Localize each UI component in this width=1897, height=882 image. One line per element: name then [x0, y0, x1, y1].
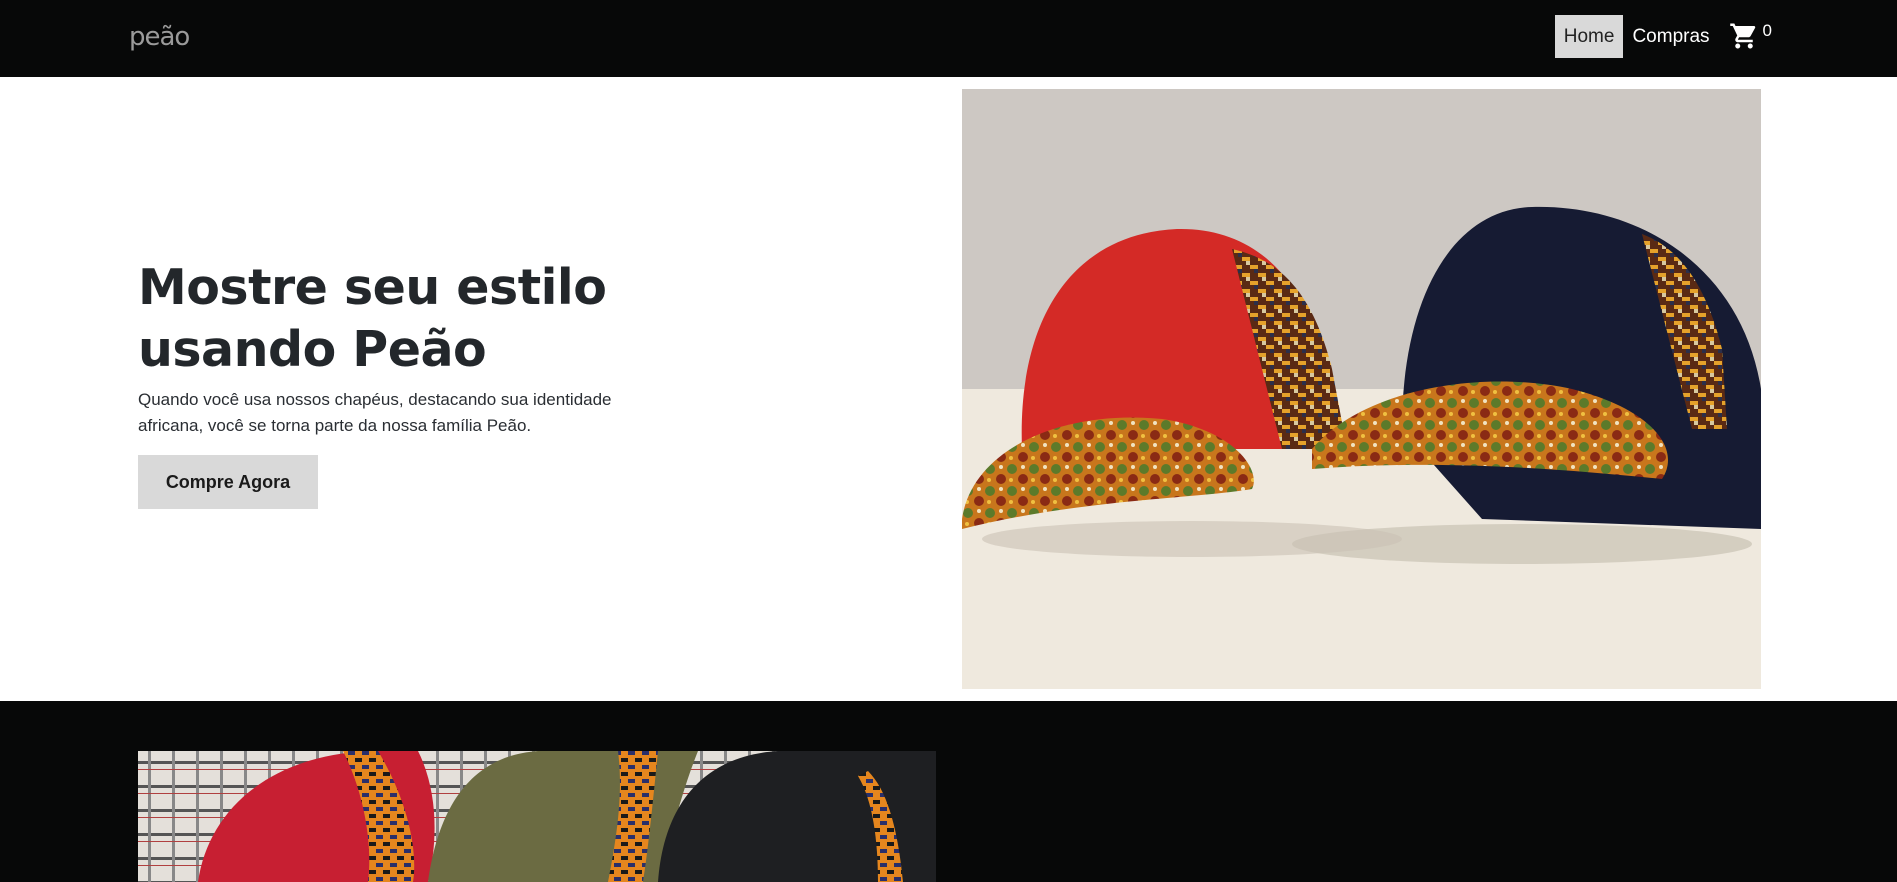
cart-button[interactable]: 0: [1729, 15, 1772, 58]
brand-logo[interactable]: peão: [129, 17, 190, 57]
hero-subtitle: Quando você usa nossos chapéus, destacan…: [138, 390, 612, 435]
hero-caps-image: [962, 89, 1761, 689]
hero-title: Mostre seu estilo usando Peão: [138, 257, 698, 381]
hero-text: Mostre seu estilo usando Peão Quando voc…: [138, 257, 698, 509]
hero-title-line2: usando Peão: [138, 321, 487, 378]
brand-logo-text: peão: [129, 22, 190, 52]
collection-section: [0, 701, 1897, 882]
nav-home-link[interactable]: Home: [1554, 15, 1624, 58]
hero-title-line1: Mostre seu estilo: [138, 259, 607, 316]
compre-agora-button[interactable]: Compre Agora: [138, 455, 318, 509]
caps-collection-image: [138, 751, 936, 882]
cart-count: 0: [1762, 21, 1772, 40]
cart-icon: [1729, 21, 1759, 56]
hero-section: Mostre seu estilo usando Peão Quando voc…: [0, 77, 1897, 701]
nav-links: Home Compras 0: [1554, 15, 1772, 58]
nav-compras-link[interactable]: Compras: [1623, 15, 1718, 58]
navbar: peão Home Compras 0: [0, 0, 1897, 77]
